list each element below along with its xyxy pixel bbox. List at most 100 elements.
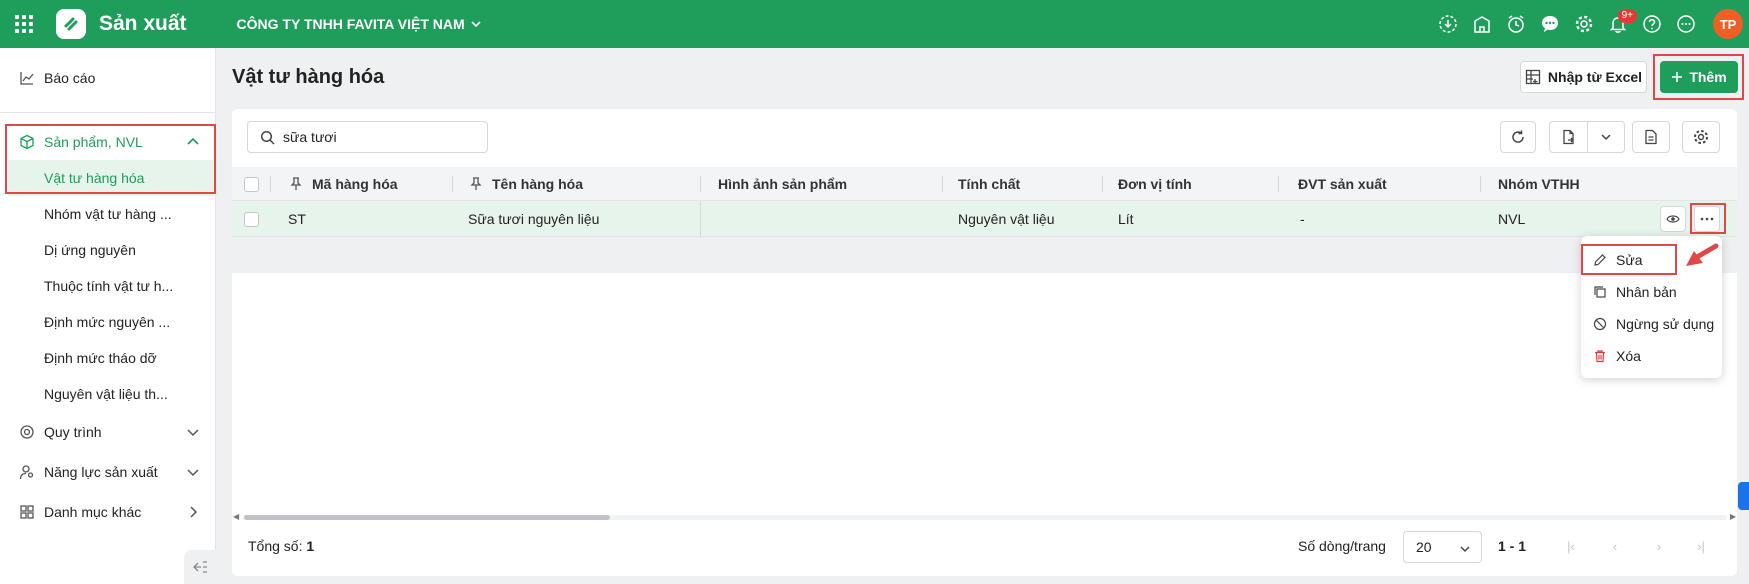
more-horizontal-icon	[1700, 217, 1714, 221]
column-header-nature[interactable]: Tính chất	[958, 167, 1020, 201]
sidebar-divider	[0, 112, 216, 113]
sidebar-item-process[interactable]: Quy trình	[0, 414, 216, 450]
chat-icon[interactable]	[1533, 7, 1567, 41]
cell-code: ST	[288, 211, 306, 227]
export-button[interactable]	[1550, 122, 1588, 152]
column-header-name[interactable]: Tên hàng hóa	[470, 167, 583, 201]
sidebar-item-label: Năng lực sản xuất	[44, 464, 158, 480]
collapse-sidebar-button[interactable]	[184, 550, 216, 584]
menu-item-duplicate[interactable]: Nhân bản	[1581, 278, 1722, 306]
search-box[interactable]	[247, 121, 488, 153]
building-icon[interactable]	[1465, 7, 1499, 41]
prev-page-icon[interactable]: ‹	[1606, 537, 1624, 555]
column-header-prod-unit[interactable]: ĐVT sản xuất	[1298, 167, 1387, 201]
pencil-icon	[1594, 254, 1606, 266]
page-title: Vật tư hàng hóa	[232, 66, 385, 88]
export-button-group	[1549, 121, 1625, 153]
sidebar-item-label: Quy trình	[44, 424, 102, 440]
first-page-icon[interactable]: |‹	[1562, 537, 1580, 555]
avatar[interactable]: TP	[1713, 9, 1743, 39]
settings-button[interactable]	[1682, 121, 1720, 153]
add-label: Thêm	[1689, 69, 1727, 85]
more-icon[interactable]	[1669, 7, 1703, 41]
menu-item-delete[interactable]: Xóa	[1581, 342, 1722, 370]
next-page-icon[interactable]: ›	[1650, 537, 1668, 555]
column-header-code[interactable]: Mã hàng hóa	[290, 167, 398, 201]
cell-prod-unit: -	[1300, 211, 1305, 227]
select-all-checkbox[interactable]	[244, 167, 259, 201]
chevron-right-icon	[190, 506, 198, 518]
sidebar: Báo cáo Sản phẩm, NVL Vật tư hàng hóa Nh…	[0, 48, 216, 584]
sidebar-item-report[interactable]: Báo cáo	[0, 60, 216, 96]
search-icon	[260, 130, 275, 145]
column-header-unit[interactable]: Đơn vị tính	[1118, 167, 1192, 201]
total-count: Tổng số: 1	[248, 538, 315, 554]
cell-unit: Lít	[1118, 211, 1134, 227]
page-range: 1 - 1	[1498, 538, 1527, 554]
sidebar-item-capacity[interactable]: Năng lực sản xuất	[0, 454, 216, 490]
pin-icon	[470, 177, 482, 190]
download-icon[interactable]	[1431, 7, 1465, 41]
sidebar-item-raw-materials[interactable]: Nguyên vật liệu th...	[0, 376, 216, 412]
company-selector[interactable]: CÔNG TY TNHH FAVITA VIỆT NAM	[237, 16, 481, 32]
side-feedback-tab[interactable]	[1738, 482, 1749, 510]
sidebar-item-goods-group[interactable]: Nhóm vật tư hàng ...	[0, 196, 216, 232]
rows-per-page-label: Số dòng/trang	[1298, 538, 1386, 554]
sidebar-group-label: Sản phẩm, NVL	[44, 134, 143, 150]
pointer-arrow-icon	[1686, 243, 1719, 266]
plus-icon	[1672, 72, 1683, 82]
bell-icon[interactable]: 9+	[1601, 7, 1637, 41]
row-more-button[interactable]	[1694, 206, 1720, 232]
pin-icon	[290, 177, 302, 190]
table-row[interactable]: ST Sữa tươi nguyên liệu Nguyên vật liệu …	[232, 201, 1737, 237]
horizontal-scrollbar[interactable]: ◀ ▶	[232, 512, 1737, 522]
add-button[interactable]: Thêm	[1660, 61, 1738, 93]
cell-group: NVL	[1498, 211, 1526, 227]
search-input[interactable]	[283, 129, 473, 145]
menu-item-deactivate[interactable]: Ngừng sử dụng	[1581, 310, 1722, 338]
sidebar-item-material-norm[interactable]: Định mức nguyên ...	[0, 304, 216, 340]
import-excel-label: Nhập từ Excel	[1547, 69, 1643, 85]
table-header: Mã hàng hóa Tên hàng hóa Hình ảnh sản ph…	[232, 167, 1737, 201]
rows-per-page-select[interactable]: 20	[1403, 531, 1482, 563]
last-page-icon[interactable]: ›|	[1692, 537, 1710, 555]
row-checkbox[interactable]	[244, 201, 259, 237]
app-grid-icon[interactable]	[13, 13, 35, 35]
top-bar: Sản xuất CÔNG TY TNHH FAVITA VIỆT NAM 9+	[0, 0, 1749, 48]
view-button[interactable]	[1660, 206, 1686, 232]
column-header-group[interactable]: Nhóm VTHH	[1498, 167, 1580, 201]
sidebar-item-allergen[interactable]: Dị ứng nguyên	[0, 232, 216, 268]
gear-icon[interactable]	[1567, 7, 1601, 41]
eye-icon	[1666, 215, 1680, 223]
alarm-clock-icon[interactable]	[1499, 7, 1533, 41]
file-icon	[1645, 129, 1657, 145]
copy-icon	[1594, 286, 1606, 298]
company-name: CÔNG TY TNHH FAVITA VIỆT NAM	[236, 16, 465, 32]
import-excel-button[interactable]: Nhập từ Excel	[1520, 61, 1647, 93]
export-dropdown-button[interactable]	[1588, 122, 1624, 152]
gear-icon	[1694, 130, 1708, 144]
refresh-icon	[1512, 130, 1524, 143]
process-icon	[18, 424, 36, 440]
help-icon[interactable]	[1635, 7, 1669, 41]
sidebar-item-attributes[interactable]: Thuộc tính vật tư h...	[0, 268, 216, 304]
sidebar-item-disassembly-norm[interactable]: Định mức tháo dỡ	[0, 340, 216, 376]
report-file-button[interactable]	[1632, 121, 1670, 153]
sidebar-item-label: Báo cáo	[44, 70, 96, 86]
sidebar-item-goods[interactable]: Vật tư hàng hóa	[8, 160, 216, 196]
excel-icon	[1525, 69, 1541, 85]
sidebar-item-label: Danh mục khác	[44, 504, 142, 520]
app-logo	[56, 9, 86, 39]
scroll-left-icon[interactable]: ◀	[233, 512, 239, 521]
chart-icon	[18, 70, 36, 86]
refresh-button[interactable]	[1500, 121, 1536, 153]
box-icon	[18, 134, 36, 150]
file-export-icon	[1562, 129, 1574, 145]
sidebar-item-other-catalog[interactable]: Danh mục khác	[0, 494, 216, 530]
scroll-right-icon[interactable]: ▶	[1730, 512, 1736, 521]
scrollbar-thumb[interactable]	[244, 515, 610, 520]
sidebar-group-products[interactable]: Sản phẩm, NVL	[0, 124, 216, 160]
ban-icon	[1593, 317, 1607, 331]
chevron-down-icon	[1601, 134, 1611, 141]
column-header-image[interactable]: Hình ảnh sản phẩm	[718, 167, 847, 201]
